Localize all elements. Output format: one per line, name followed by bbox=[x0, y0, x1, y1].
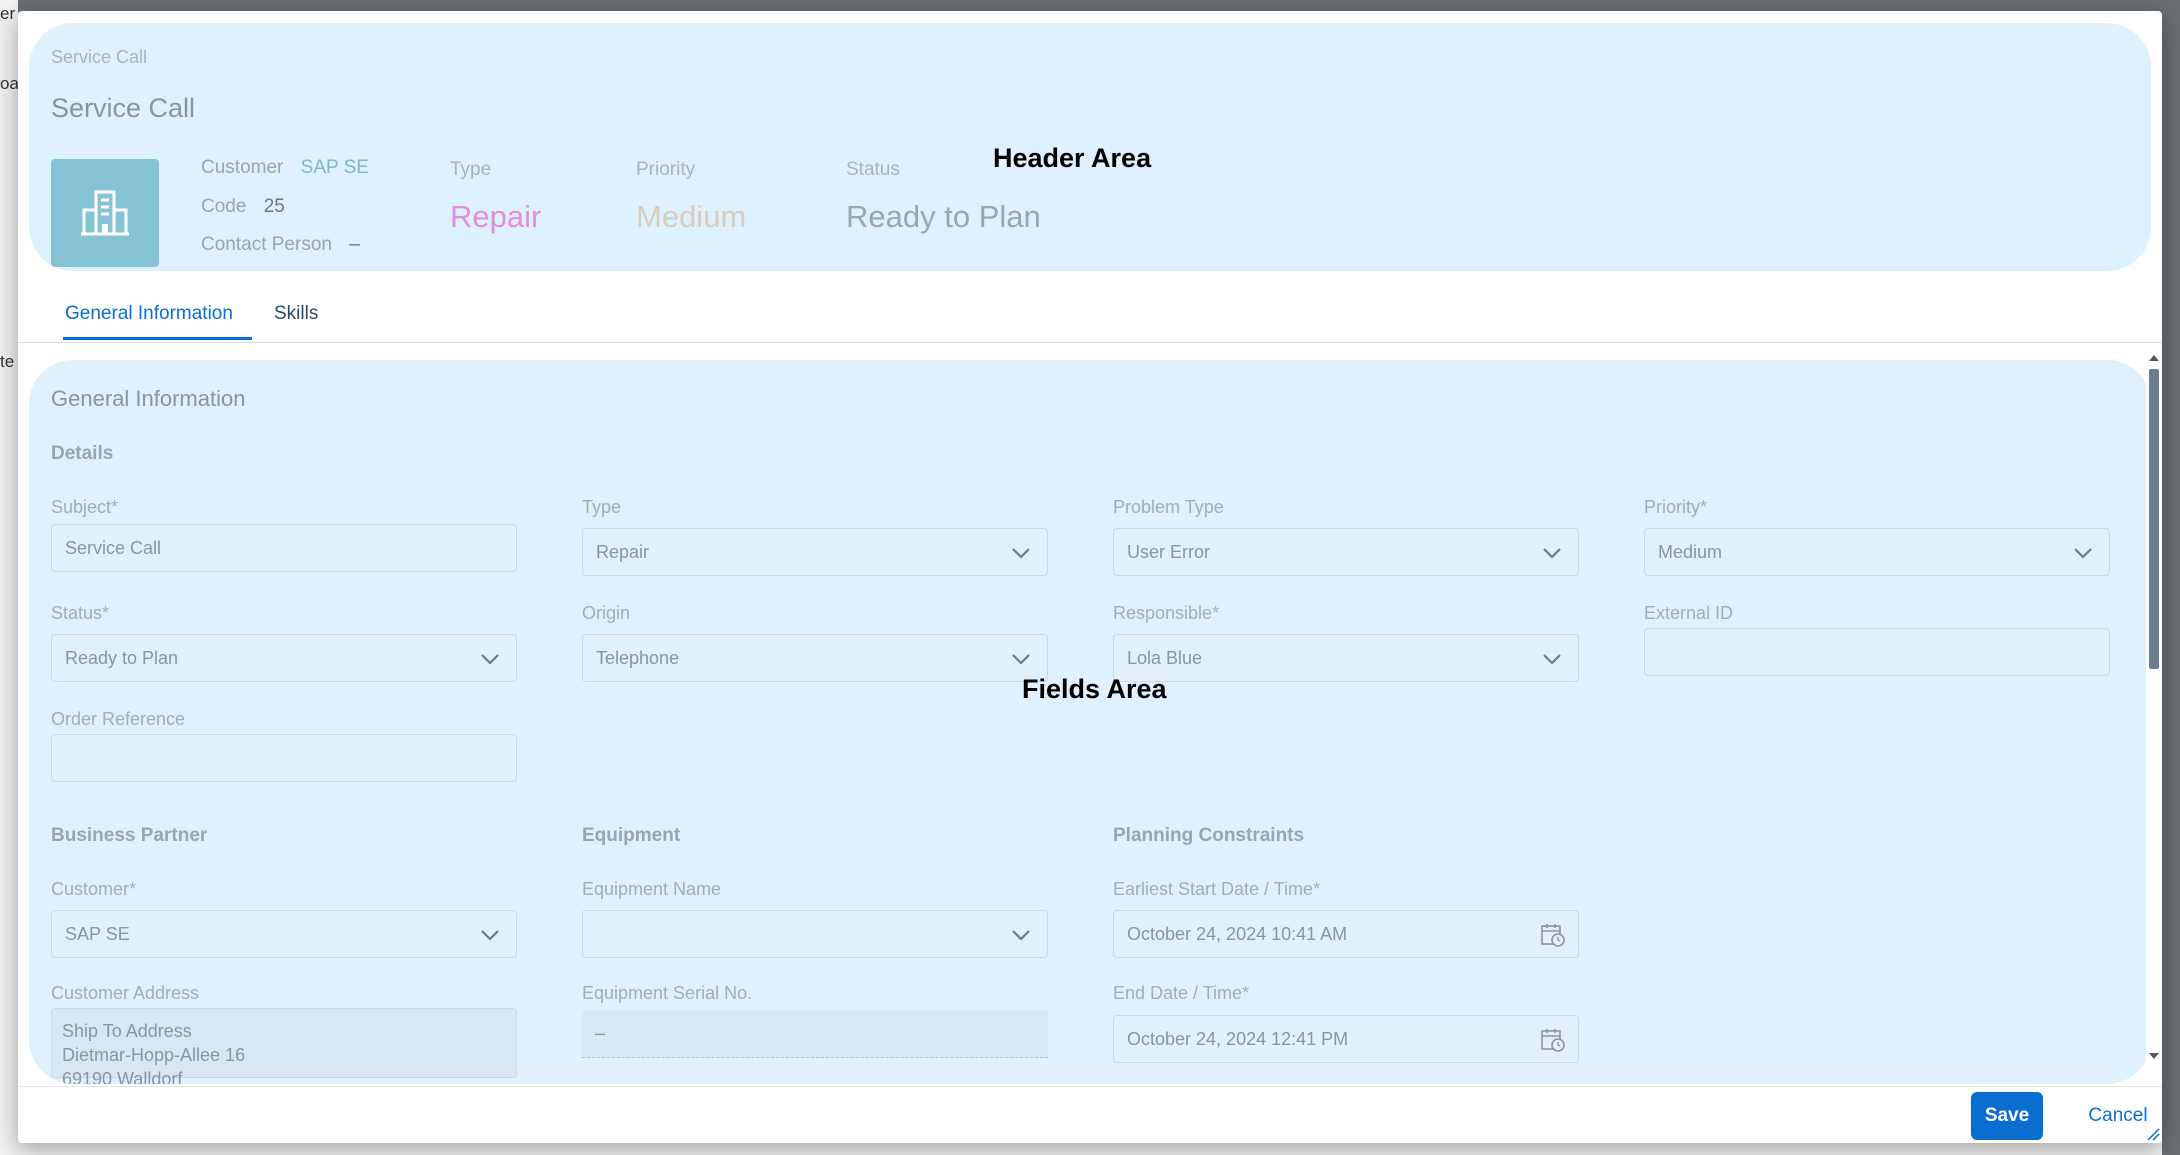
customer-label: Customer* bbox=[51, 879, 137, 899]
chevron-down-icon bbox=[1543, 548, 1561, 559]
dialog-footer bbox=[18, 1086, 2162, 1143]
breadcrumb: Service Call bbox=[51, 47, 148, 67]
section-title: General Information bbox=[51, 386, 246, 411]
problem-type-select[interactable]: User Error bbox=[1113, 528, 1579, 576]
priority-select[interactable]: Medium bbox=[1644, 528, 2110, 576]
subject-input[interactable]: Service Call bbox=[51, 524, 517, 572]
background-left-strip: er oa te bbox=[0, 0, 19, 1155]
contact-person-value: – bbox=[349, 234, 360, 255]
header-area: Service Call Service Call Customer SAP S… bbox=[29, 23, 2151, 271]
kpi-type-value: Repair bbox=[450, 199, 542, 234]
priority-label: Priority* bbox=[1644, 497, 1708, 517]
type-select[interactable]: Repair bbox=[582, 528, 1048, 576]
order-reference-input[interactable] bbox=[51, 734, 517, 782]
tab-bar: General Information Skills bbox=[18, 273, 2162, 343]
scroll-down-arrow-icon[interactable] bbox=[2148, 1051, 2160, 1061]
subject-label: Subject* bbox=[51, 497, 119, 517]
kpi-priority-label: Priority bbox=[636, 159, 696, 180]
equipment-name-label: Equipment Name bbox=[582, 879, 722, 899]
problem-type-label: Problem Type bbox=[1113, 497, 1224, 517]
customer-address-label: Customer Address bbox=[51, 983, 200, 1003]
tab-general-information[interactable]: General Information bbox=[65, 303, 233, 325]
equipment-serial-value: – bbox=[582, 1010, 1048, 1058]
end-date-label: End Date / Time* bbox=[1113, 983, 1250, 1003]
code-label: Code bbox=[201, 196, 247, 217]
customer-link[interactable]: SAP SE bbox=[301, 157, 369, 178]
customer-select[interactable]: SAP SE bbox=[51, 910, 517, 958]
scrollbar-thumb[interactable] bbox=[2149, 369, 2159, 669]
earliest-start-datetime-input[interactable]: October 24, 2024 10:41 AM bbox=[1113, 910, 1579, 958]
active-tab-indicator bbox=[63, 337, 252, 340]
end-datetime-input[interactable]: October 24, 2024 12:41 PM bbox=[1113, 1015, 1579, 1063]
chevron-down-icon bbox=[2074, 548, 2092, 559]
code-value: 25 bbox=[263, 196, 285, 217]
kpi-priority-value: Medium bbox=[636, 199, 747, 234]
kpi-type-label: Type bbox=[450, 159, 492, 180]
service-call-dialog: Service Call Service Call Customer SAP S… bbox=[18, 11, 2162, 1143]
chevron-down-icon bbox=[1012, 930, 1030, 941]
chevron-down-icon bbox=[1012, 548, 1030, 559]
calendar-clock-icon[interactable] bbox=[1540, 1027, 1566, 1053]
contact-person-label: Contact Person bbox=[201, 234, 332, 255]
building-icon bbox=[81, 190, 129, 236]
resize-handle-icon[interactable] bbox=[2146, 1127, 2160, 1141]
header-code: Code 25 bbox=[201, 196, 285, 218]
status-label: Status* bbox=[51, 603, 110, 623]
responsible-label: Responsible* bbox=[1113, 603, 1220, 623]
customer-label: Customer bbox=[201, 157, 284, 178]
header-contact-person: Contact Person – bbox=[201, 234, 360, 256]
type-label: Type bbox=[582, 497, 622, 517]
save-button[interactable]: Save bbox=[1971, 1092, 2043, 1140]
chevron-down-icon bbox=[1012, 654, 1030, 665]
details-group-title: Details bbox=[51, 443, 114, 464]
responsible-select[interactable]: Lola Blue bbox=[1113, 634, 1579, 682]
external-id-label: External ID bbox=[1644, 603, 1734, 623]
origin-select[interactable]: Telephone bbox=[582, 634, 1048, 682]
fields-area-label: Fields Area bbox=[1022, 674, 1167, 704]
equipment-name-select[interactable] bbox=[582, 910, 1048, 958]
planning-constraints-group-title: Planning Constraints bbox=[1113, 825, 1305, 846]
kpi-status-label: Status bbox=[846, 159, 900, 180]
avatar bbox=[51, 159, 159, 267]
external-id-input[interactable] bbox=[1644, 628, 2110, 676]
order-reference-label: Order Reference bbox=[51, 709, 186, 729]
business-partner-group-title: Business Partner bbox=[51, 825, 208, 846]
page-title: Service Call bbox=[51, 93, 196, 123]
earliest-start-label: Earliest Start Date / Time* bbox=[1113, 879, 1321, 899]
status-select[interactable]: Ready to Plan bbox=[51, 634, 517, 682]
fields-area: General Information Details Subject* Ser… bbox=[29, 360, 2151, 1084]
chevron-down-icon bbox=[481, 654, 499, 665]
header-customer: Customer SAP SE bbox=[201, 157, 369, 179]
equipment-serial-label: Equipment Serial No. bbox=[582, 983, 753, 1003]
header-area-label: Header Area bbox=[993, 143, 1152, 173]
tab-skills[interactable]: Skills bbox=[274, 303, 318, 325]
equipment-group-title: Equipment bbox=[582, 825, 681, 846]
chevron-down-icon bbox=[1543, 654, 1561, 665]
scroll-up-arrow-icon[interactable] bbox=[2148, 353, 2160, 363]
customer-address-textarea[interactable]: Ship To Address Dietmar-Hopp-Allee 16 69… bbox=[51, 1008, 517, 1084]
kpi-status-value: Ready to Plan bbox=[846, 199, 1041, 234]
origin-label: Origin bbox=[582, 603, 631, 623]
chevron-down-icon bbox=[481, 930, 499, 941]
calendar-clock-icon[interactable] bbox=[1540, 922, 1566, 948]
